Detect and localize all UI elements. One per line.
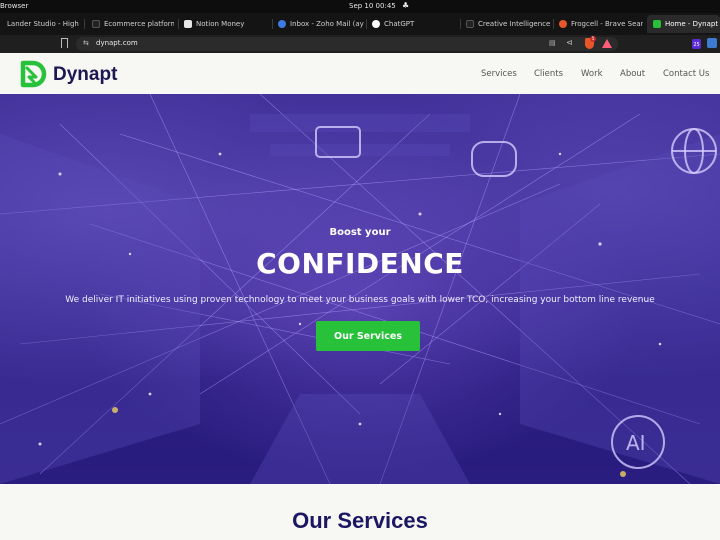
tab-favicon-icon — [653, 20, 661, 28]
tab-lander-studio[interactable]: Lander Studio - High — [0, 15, 80, 33]
site-info-icon[interactable]: ⇆ — [83, 39, 89, 47]
nav-clients[interactable]: Clients — [534, 69, 563, 79]
browser-toolbar: ⇆ dynapt.com ▤ ⊲ 5 25 — [0, 35, 720, 53]
tab-ecommerce[interactable]: Ecommerce platform — [86, 15, 174, 33]
tab-label: Lander Studio - High — [7, 20, 79, 28]
tab-favicon-icon — [278, 20, 286, 28]
os-clock[interactable]: Sep 10 00:45 — [349, 2, 396, 10]
tab-zoho-mail[interactable]: Inbox - Zoho Mail (ay — [272, 15, 364, 33]
services-heading: Our Services — [292, 508, 428, 533]
tab-creative-intelligence[interactable]: Creative Intelligence — [460, 15, 550, 33]
tab-home-dynapt[interactable]: Home - Dynapt — [647, 15, 720, 33]
site-header: Dynapt Services Clients Work About Conta… — [0, 53, 720, 94]
hero-eyebrow: Boost your — [329, 227, 391, 238]
tab-label: ChatGPT — [384, 20, 415, 28]
bell-icon[interactable]: ♣ — [402, 1, 409, 10]
nav-contact-us[interactable]: Contact Us — [663, 69, 709, 79]
nav-services[interactable]: Services — [481, 69, 517, 79]
logo-text[interactable]: Dynapt — [53, 64, 117, 86]
tab-label: Inbox - Zoho Mail (ay — [290, 20, 364, 28]
ai-badge-text: AI — [626, 431, 646, 455]
hero-section: AI Boost your CONFIDENCE We deliver IT i… — [0, 94, 720, 484]
tab-label: Ecommerce platform — [104, 20, 174, 28]
shield-count-badge: 5 — [590, 36, 596, 42]
chat-bubble-icon — [471, 141, 517, 177]
tab-frogcell[interactable]: Frogcell - Brave Sear — [553, 15, 643, 33]
tab-notion-money[interactable]: Notion Money — [178, 15, 266, 33]
dynapt-logo-icon[interactable] — [17, 59, 47, 89]
os-app-name: Browser — [0, 2, 29, 10]
our-services-button[interactable]: Our Services — [316, 321, 420, 351]
webpage: Dynapt Services Clients Work About Conta… — [0, 53, 720, 540]
bookmark-icon[interactable] — [61, 38, 68, 48]
nav-about[interactable]: About — [620, 69, 645, 79]
nav-work[interactable]: Work — [581, 69, 603, 79]
tab-chatgpt[interactable]: ChatGPT — [366, 15, 458, 33]
hero-background-image: AI — [0, 94, 720, 484]
os-top-bar: Browser Sep 10 00:45 ♣ — [0, 0, 720, 13]
tab-label: Notion Money — [196, 20, 245, 28]
tab-label: Home - Dynapt — [665, 20, 719, 28]
brave-rewards-icon[interactable] — [602, 39, 612, 48]
reader-mode-icon[interactable]: ▤ — [549, 39, 556, 47]
browser-tab-bar: Lander Studio - High Ecommerce platform … — [0, 13, 720, 35]
tab-label: Frogcell - Brave Sear — [571, 20, 643, 28]
extension-translate-icon[interactable] — [707, 38, 717, 48]
url-text[interactable]: dynapt.com — [96, 39, 138, 47]
hero-title: CONFIDENCE — [256, 247, 464, 280]
tab-favicon-icon — [372, 20, 380, 28]
tab-favicon-icon — [559, 20, 567, 28]
tab-favicon-icon — [92, 20, 100, 28]
tab-favicon-icon — [184, 20, 192, 28]
extension-icon[interactable]: 25 — [692, 39, 701, 49]
address-bar[interactable]: ⇆ dynapt.com ▤ ⊲ 5 — [76, 36, 618, 51]
tab-label: Creative Intelligence — [478, 20, 550, 28]
hero-subtitle: We deliver IT initiatives using proven t… — [65, 295, 655, 305]
tab-divider — [84, 19, 85, 29]
tab-favicon-icon — [466, 20, 474, 28]
share-icon[interactable]: ⊲ — [566, 38, 573, 47]
